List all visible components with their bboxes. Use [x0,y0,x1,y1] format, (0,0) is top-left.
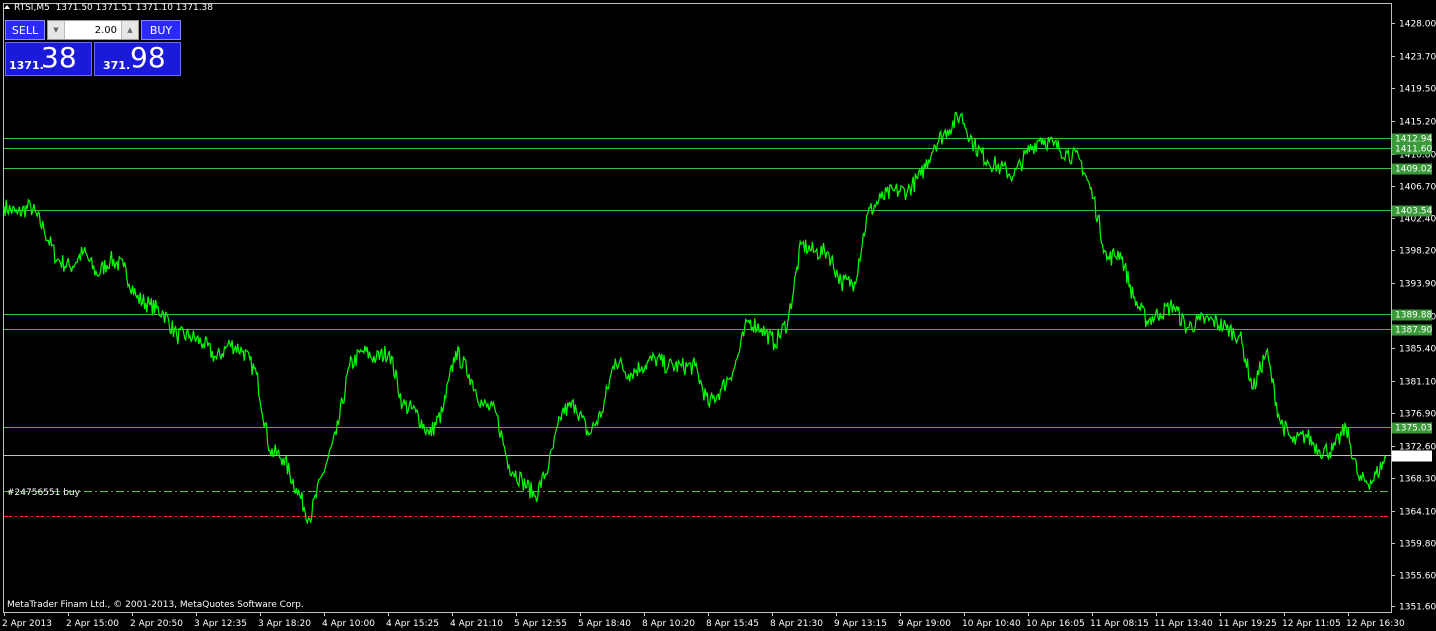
lot-size-input[interactable] [65,21,119,39]
x-tick-label: 5 Apr 12:55 [514,619,567,629]
x-tick-label: 8 Apr 10:20 [642,619,695,629]
x-tick-label: 10 Apr 16:05 [1026,619,1085,629]
y-tick-label: 1368.30 [1399,475,1436,485]
x-tick-label: 8 Apr 21:30 [770,619,823,629]
level-tag: 1375.03 [1395,424,1432,434]
level-tag: 1411.60 [1395,145,1432,155]
y-tick-label: 1393.90 [1399,280,1436,290]
chart-canvas[interactable]: 1428.001423.701419.501415.201410.801406.… [0,0,1436,631]
one-click-trading-panel: SELL ▼ ▲ BUY 1371. 38 371. 98 [5,20,181,76]
sell-button[interactable]: SELL [5,20,45,40]
current-price-tag: 1371.38 [1395,452,1432,462]
y-tick-label: 1385.40 [1399,345,1436,355]
x-tick-label: 9 Apr 13:15 [834,619,887,629]
lot-increase-arrow-icon[interactable]: ▲ [121,21,138,39]
sell-price-prefix: 1371. [9,59,44,72]
x-tick-label: 4 Apr 15:25 [386,619,439,629]
x-tick-label: 12 Apr 16:30 [1346,619,1405,629]
buy-price-pips: 98 [130,41,166,74]
symbol-label: RTSI,M5 [14,3,50,13]
x-tick-label: 11 Apr 19:25 [1218,619,1277,629]
lot-size-control: ▼ ▲ [47,20,139,40]
level-tag: 1389.88 [1395,311,1432,321]
order-line-label: #24756551 buy [7,488,80,498]
x-tick-label: 2 Apr 2013 [2,619,52,629]
sell-price-pips: 38 [41,41,77,74]
x-tick-label: 11 Apr 08:15 [1090,619,1149,629]
y-tick-label: 1406.70 [1399,183,1436,193]
chart-header: RTSI,M5 1371.50 1371.51 1371.10 1371.38 [4,3,213,13]
x-tick-label: 4 Apr 10:00 [322,619,375,629]
y-tick-label: 1351.60 [1399,603,1436,613]
y-tick-label: 1355.60 [1399,572,1436,582]
plot-frame [3,3,1392,613]
x-tick-label: 3 Apr 12:35 [194,619,247,629]
price-series-line [3,111,1387,525]
y-tick-label: 1376.90 [1399,410,1436,420]
copyright-text: MetaTrader Finam Ltd., © 2001-2013, Meta… [7,600,304,610]
x-tick-label: 11 Apr 13:40 [1154,619,1213,629]
buy-price-button[interactable]: 371. 98 [94,41,181,76]
x-tick-label: 3 Apr 18:20 [258,619,311,629]
x-tick-label: 10 Apr 10:40 [962,619,1021,629]
x-tick-label: 5 Apr 18:40 [578,619,631,629]
x-tick-label: 2 Apr 20:50 [130,619,183,629]
lot-decrease-arrow-icon[interactable]: ▼ [48,21,65,39]
price-chart[interactable]: 1428.00 1423.70 1419.50 1415.20 1410.80 1406.… [0,0,1436,631]
level-tag: 1387.90 [1395,326,1432,336]
collapse-triangle-icon[interactable] [4,5,10,9]
y-tick-label: 1419.50 [1399,85,1436,95]
sell-price-button[interactable]: 1371. 38 [5,41,92,76]
y-tick-label: 1359.80 [1399,540,1436,550]
x-tick-label: 4 Apr 21:10 [450,619,503,629]
level-tag: 1412.94 [1395,135,1432,145]
y-tick-label: 1415.20 [1399,118,1436,128]
y-tick-label: 1423.70 [1399,53,1436,63]
x-tick-label: 2 Apr 15:00 [66,619,119,629]
y-tick-label: 1398.20 [1399,247,1436,257]
buy-price-prefix: 371. [103,59,131,72]
ohlc-values: 1371.50 1371.51 1371.10 1371.38 [55,3,214,13]
x-tick-label: 12 Apr 11:05 [1282,619,1341,629]
level-tag: 1403.54 [1395,207,1432,217]
level-tag: 1409.02 [1395,165,1432,175]
y-tick-label: 1364.10 [1399,508,1436,518]
x-tick-label: 8 Apr 15:45 [706,619,759,629]
y-tick-label: 1381.10 [1399,378,1436,388]
y-tick-label: 1428.00 [1399,20,1436,30]
x-tick-label: 9 Apr 19:00 [898,619,951,629]
buy-button[interactable]: BUY [141,20,181,40]
